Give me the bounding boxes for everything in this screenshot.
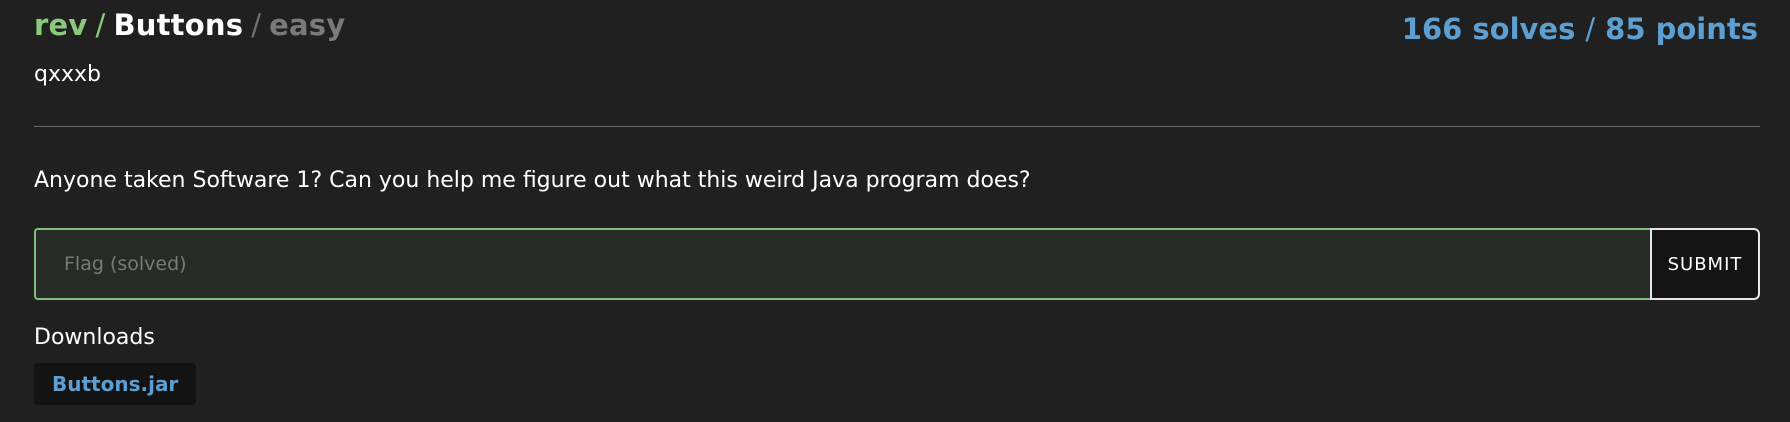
points-value: 85 points [1605, 12, 1758, 46]
challenge-description: Anyone taken Software 1? Can you help me… [34, 168, 1031, 193]
header-separator-2: / [251, 8, 262, 42]
challenge-card: rev / Buttons / easy 166 solves/85 points qx… [0, 0, 1790, 422]
challenge-author: qxxxb [34, 62, 101, 87]
divider [34, 126, 1760, 127]
challenge-header: rev / Buttons / easy [34, 8, 345, 42]
challenge-title: Buttons [113, 8, 244, 42]
download-file-name: Buttons.jar [52, 372, 179, 396]
flag-input[interactable] [34, 228, 1650, 300]
downloads-label: Downloads [34, 325, 155, 350]
download-link-buttons-jar[interactable]: Buttons.jar [34, 363, 197, 405]
flag-form: SUBMIT [34, 228, 1760, 300]
stats-separator: / [1585, 12, 1596, 46]
header-separator: / [95, 8, 106, 42]
challenge-stats: 166 solves / 85 points [1402, 12, 1758, 46]
submit-button[interactable]: SUBMIT [1650, 228, 1760, 300]
challenge-category: rev [34, 8, 88, 42]
challenge-difficulty: easy [269, 8, 346, 42]
solves-count: 166 solves [1401, 12, 1576, 46]
